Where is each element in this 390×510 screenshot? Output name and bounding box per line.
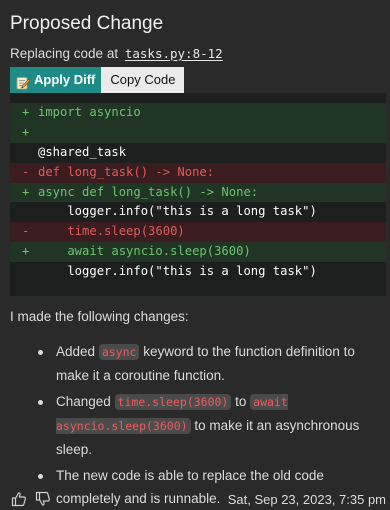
- code-text: logger.info("this is a long task"): [38, 204, 317, 219]
- code-line: + import asyncio: [10, 103, 386, 123]
- code-line: logger.info("this is a long task"): [10, 262, 386, 282]
- list-item-text: Changed: [56, 394, 111, 409]
- apply-diff-label: Apply Diff: [34, 72, 96, 87]
- code-text: def long_task() -> None:: [38, 164, 215, 179]
- message-footer: Sat, Sep 23, 2023, 7:35 pm: [0, 488, 390, 510]
- message-card: Proposed Change Replacing code at tasks.…: [0, 0, 390, 510]
- diff-sign: +: [22, 184, 30, 199]
- diff-sign: -: [22, 224, 30, 239]
- feedback-buttons: [11, 491, 51, 507]
- inline-code: async: [98, 344, 140, 360]
- code-text: await asyncio.sleep(3600): [38, 244, 251, 259]
- code-line: - time.sleep(3600): [10, 222, 386, 243]
- file-path-link[interactable]: tasks.py:8-12: [125, 46, 223, 61]
- code-line: logger.info("this is a long task"): [10, 202, 386, 222]
- code-line: @shared_task: [10, 143, 386, 163]
- subtitle: Replacing code at tasks.py:8-12: [10, 46, 223, 61]
- list-item: Added async keyword to the function defi…: [38, 340, 380, 387]
- apply-diff-button[interactable]: Apply Diff: [10, 67, 102, 93]
- thumbs-down-icon[interactable]: [35, 491, 51, 507]
- copy-code-button[interactable]: Copy Code: [101, 67, 185, 93]
- changes-list: Added async keyword to the function defi…: [38, 340, 380, 510]
- thumbs-up-icon[interactable]: [11, 491, 27, 507]
- code-text: async def long_task() -> None:: [38, 184, 259, 199]
- diff-code-block: + import asyncio + @shared_task - def long_ta…: [10, 93, 386, 296]
- code-text: time.sleep(3600): [38, 224, 185, 239]
- diff-sign: -: [22, 164, 30, 179]
- diff-sign: +: [22, 105, 30, 119]
- list-item-text: to: [235, 394, 247, 409]
- list-item: Changed time.sleep(3600) to await asynci…: [38, 390, 380, 461]
- diff-sign: +: [22, 124, 30, 139]
- code-line: + await asyncio.sleep(3600): [10, 242, 386, 263]
- code-line: +: [10, 122, 386, 143]
- list-item-text: Added: [56, 344, 96, 359]
- page-title: Proposed Change: [10, 13, 164, 34]
- code-text: @shared_task: [38, 144, 127, 159]
- code-line: - def long_task() -> None:: [10, 162, 386, 183]
- explanation-intro: I made the following changes:: [10, 309, 189, 324]
- action-buttons: Apply Diff Copy Code: [10, 67, 185, 93]
- code-text: logger.info("this is a long task"): [38, 264, 317, 279]
- pencil-memo-icon: [16, 73, 31, 90]
- message-timestamp: Sat, Sep 23, 2023, 7:35 pm: [227, 492, 386, 507]
- subtitle-prefix: Replacing code at: [10, 46, 119, 61]
- diff-sign: +: [22, 244, 30, 259]
- inline-code: time.sleep(3600): [114, 394, 232, 410]
- code-text: import asyncio: [38, 105, 141, 119]
- code-line: + async def long_task() -> None:: [10, 182, 386, 203]
